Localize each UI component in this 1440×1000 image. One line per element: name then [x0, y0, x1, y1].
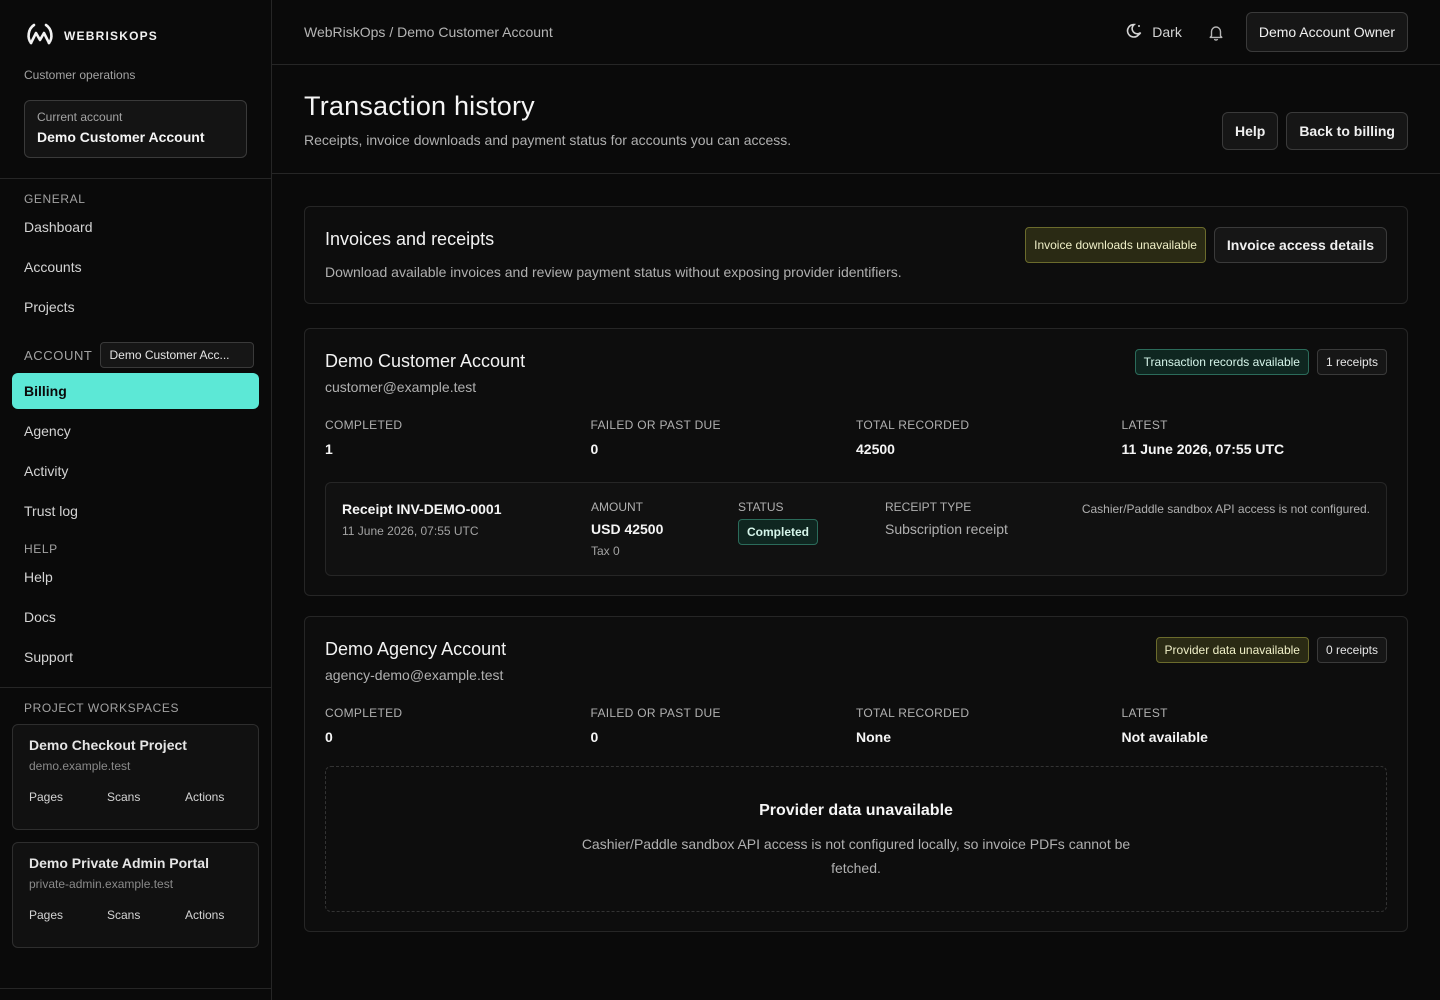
workspace-card[interactable]: Demo Private Admin Portal private-admin.… [12, 842, 259, 948]
account-name: Demo Customer Account [325, 351, 526, 371]
stat-failed: FAILED OR PAST DUE 0 [590, 418, 721, 457]
brand-name: WEBRISKOPS [64, 29, 159, 43]
workspace-link-actions[interactable]: Actions [185, 908, 224, 922]
receipt-count-badge: 0 receipts [1316, 637, 1387, 663]
back-to-billing-button[interactable]: Back to billing [1286, 112, 1408, 150]
stat-failed: FAILED OR PAST DUE 0 [590, 706, 721, 745]
account-card: Demo Agency Account agency-demo@example.… [304, 616, 1408, 932]
sidebar-item-help[interactable]: Help [0, 559, 271, 595]
user-menu-button[interactable]: Demo Account Owner [1245, 12, 1408, 52]
status-badge: Provider data unavailable [1155, 637, 1309, 663]
page-header: Transaction history Receipts, invoice do… [272, 65, 1440, 174]
current-account-selector[interactable]: Current account Demo Customer Account [24, 100, 247, 158]
main-content: WebRiskOps / Demo Customer Account Dark … [272, 0, 1440, 1000]
invoice-access-details-button[interactable]: Invoice access details [1213, 227, 1387, 263]
sidebar-item-trust-log[interactable]: Trust log [0, 493, 271, 529]
receipt-row[interactable]: Receipt INV-DEMO-0001 11 June 2026, 07:5… [325, 482, 1387, 576]
workspace-link-pages[interactable]: Pages [29, 908, 107, 922]
invoices-title: Invoices and receipts [325, 229, 495, 249]
empty-state: Provider data unavailable Cashier/Paddle… [325, 766, 1387, 912]
workspace-link-pages[interactable]: Pages [29, 790, 107, 804]
workspace-name: Demo Checkout Project [29, 737, 187, 753]
moon-icon [1126, 22, 1144, 43]
empty-state-title: Provider data unavailable [759, 802, 953, 819]
sidebar-item-projects[interactable]: Projects [0, 289, 271, 325]
empty-state-line: Cashier/Paddle sandbox API access is not… [581, 836, 1131, 852]
workspace-domain: demo.example.test [29, 759, 131, 773]
account-email: customer@example.test [325, 379, 477, 395]
sidebar-item-dashboard[interactable]: Dashboard [0, 209, 271, 245]
sidebar-item-support[interactable]: Support [0, 639, 271, 675]
account-card: Demo Customer Account customer@example.t… [304, 328, 1408, 596]
brand-subtitle: Customer operations [24, 68, 136, 82]
bell-icon[interactable] [1208, 24, 1224, 41]
sidebar-item-activity[interactable]: Activity [0, 453, 271, 489]
sidebar-item-docs[interactable]: Docs [0, 599, 271, 635]
sidebar-divider [0, 988, 271, 989]
workspace-link-scans[interactable]: Scans [107, 908, 185, 922]
receipt-title: Receipt INV-DEMO-0001 [342, 501, 502, 517]
webriskops-logo-icon [26, 21, 54, 52]
workspace-link-actions[interactable]: Actions [185, 790, 224, 804]
workspace-name: Demo Private Admin Portal [29, 855, 209, 871]
receipt-type-value: Subscription receipt [885, 521, 1008, 537]
account-name: Demo Agency Account [325, 639, 507, 659]
theme-toggle[interactable]: Dark [1126, 22, 1182, 43]
workspace-card[interactable]: Demo Checkout Project demo.example.test … [12, 724, 259, 830]
receipt-date: 11 June 2026, 07:55 UTC [342, 524, 479, 538]
amount-label: AMOUNT [591, 500, 643, 514]
invoices-subtitle: Download available invoices and review p… [325, 264, 902, 280]
sidebar-divider [0, 687, 271, 688]
theme-label: Dark [1152, 24, 1182, 40]
brand[interactable]: WEBRISKOPS [0, 0, 271, 48]
section-title-workspaces: PROJECT WORKSPACES [24, 701, 180, 715]
invoices-card: Invoices and receipts Download available… [304, 206, 1408, 304]
account-email: agency-demo@example.test [325, 667, 504, 683]
tax-value: Tax 0 [591, 544, 620, 558]
status-label: STATUS [738, 500, 784, 514]
completed-status-badge: Completed [738, 519, 819, 545]
current-account-label: Current account [37, 110, 123, 124]
current-account-value: Demo Customer Account [37, 129, 205, 145]
help-button[interactable]: Help [1221, 112, 1279, 150]
section-title-help: HELP [24, 542, 58, 556]
workspace-link-scans[interactable]: Scans [107, 790, 185, 804]
section-title-general: GENERAL [24, 192, 86, 206]
stat-total: TOTAL RECORDED None [856, 706, 970, 745]
empty-state-line: fetched. [831, 860, 881, 876]
account-chip[interactable]: Demo Customer Acc... [100, 342, 255, 368]
sidebar-item-accounts[interactable]: Accounts [0, 249, 271, 285]
status-badge: Transaction records available [1134, 349, 1309, 375]
invoice-downloads-badge: Invoice downloads unavailable [1025, 227, 1206, 263]
breadcrumb: WebRiskOps / Demo Customer Account [304, 24, 553, 40]
topbar: WebRiskOps / Demo Customer Account Dark … [272, 0, 1440, 65]
receipt-note: Cashier/Paddle sandbox API access is not… [1081, 502, 1370, 516]
sidebar: WEBRISKOPS Customer operations Current a… [0, 0, 272, 1000]
stat-latest: LATEST Not available [1121, 706, 1208, 745]
receipt-count-badge: 1 receipts [1316, 349, 1387, 375]
section-title-account: ACCOUNT [24, 347, 93, 363]
sidebar-divider [0, 178, 271, 179]
amount-value: USD 42500 [591, 521, 664, 537]
receipt-type-label: RECEIPT TYPE [885, 500, 972, 514]
stat-completed: COMPLETED 0 [325, 706, 403, 745]
sidebar-item-billing[interactable]: Billing [12, 373, 259, 409]
stat-total: TOTAL RECORDED 42500 [856, 418, 970, 457]
sidebar-item-agency[interactable]: Agency [0, 413, 271, 449]
stat-latest: LATEST 11 June 2026, 07:55 UTC [1121, 418, 1285, 457]
workspace-domain: private-admin.example.test [29, 877, 174, 891]
stat-completed: COMPLETED 1 [325, 418, 403, 457]
